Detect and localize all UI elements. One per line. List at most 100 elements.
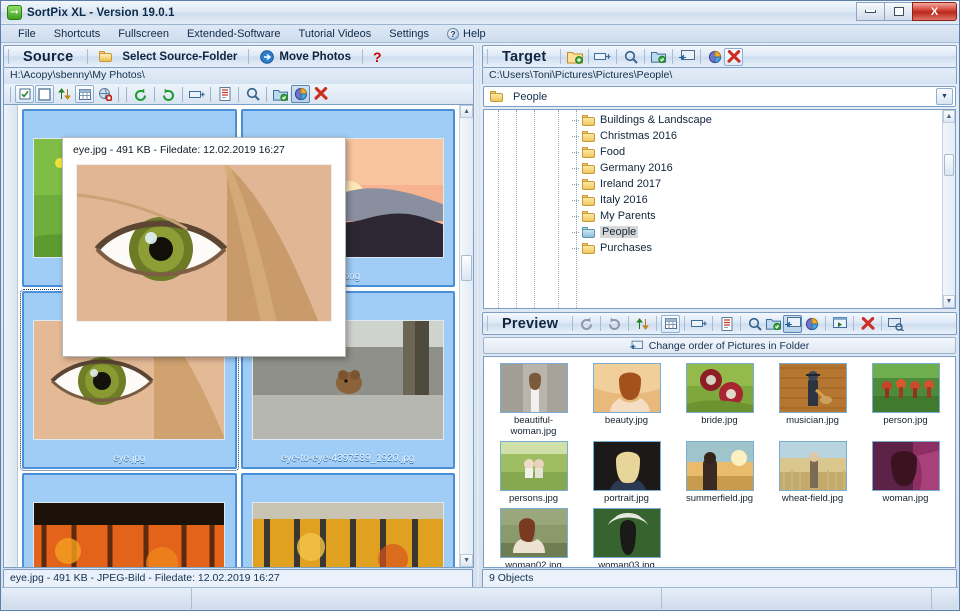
- tree-item[interactable]: Christmas 2016: [484, 128, 942, 144]
- tree-item-label: Christmas 2016: [600, 130, 678, 142]
- preview-item[interactable]: woman.jpg: [860, 441, 951, 504]
- statistics-icon[interactable]: [291, 85, 310, 103]
- preview-item[interactable]: portrait.jpg: [581, 441, 672, 504]
- tree-item[interactable]: Germany 2016: [484, 160, 942, 176]
- chevron-down-icon[interactable]: ▼: [936, 88, 953, 105]
- confirm-folder-icon[interactable]: [271, 85, 290, 103]
- folder-icon: [490, 91, 503, 102]
- menu-item-shortcuts[interactable]: Shortcuts: [45, 25, 109, 43]
- preview-caption: beauty.jpg: [604, 415, 649, 426]
- preview-item[interactable]: person.jpg: [860, 363, 951, 437]
- rotate-left-icon[interactable]: [131, 85, 150, 103]
- tree-item[interactable]: Purchases: [484, 240, 942, 256]
- tree-item[interactable]: Buildings & Landscape: [484, 112, 942, 128]
- tree-item[interactable]: My Parents: [484, 208, 942, 224]
- menu-item-help[interactable]: ? Help: [438, 25, 495, 43]
- file-info-icon[interactable]: [215, 85, 234, 103]
- menu-item-extended-software[interactable]: Extended-Software: [178, 25, 290, 43]
- source-left-scrollbar[interactable]: [4, 105, 18, 567]
- menu-item-file[interactable]: File: [9, 25, 45, 43]
- tree-item[interactable]: Food: [484, 144, 942, 160]
- preview-item[interactable]: beautiful-woman.jpg: [488, 363, 579, 437]
- folder-icon: [582, 146, 595, 158]
- preview-item[interactable]: beauty.jpg: [581, 363, 672, 437]
- source-thumbnail-item[interactable]: [240, 473, 456, 567]
- search-folder-icon[interactable]: [621, 48, 640, 66]
- rename-icon[interactable]: [187, 85, 206, 103]
- source-status-bar: eye.jpg - 491 KB - JPEG-Bild - Filedate:…: [3, 569, 473, 588]
- preview-image: [592, 363, 661, 413]
- statistics-icon[interactable]: [802, 315, 821, 333]
- delete-icon[interactable]: [311, 85, 330, 103]
- source-thumbnail-item[interactable]: [22, 473, 237, 567]
- preview-caption: woman03.jpg: [598, 560, 655, 568]
- zoom-icon[interactable]: [243, 85, 262, 103]
- rename-icon[interactable]: [689, 315, 708, 333]
- delete-folder-icon[interactable]: [724, 47, 744, 66]
- preview-caption: persons.jpg: [508, 493, 559, 504]
- remove-filter-icon[interactable]: [95, 85, 114, 103]
- source-help-marker[interactable]: ?: [367, 49, 388, 65]
- close-button[interactable]: X: [912, 2, 957, 21]
- title-bar: ➞ SortPix XL - Version 19.0.1 X: [1, 1, 959, 25]
- preview-item[interactable]: wheat-field.jpg: [767, 441, 858, 504]
- scrollbar-thumb[interactable]: [944, 154, 954, 176]
- sort-updown-icon[interactable]: [633, 315, 652, 333]
- preview-grid-area: beautiful-woman.jpg beauty.jpg bride.jpg: [483, 356, 956, 568]
- sort-updown-icon[interactable]: [55, 85, 74, 103]
- select-source-folder-button[interactable]: Select Source-Folder: [92, 51, 244, 63]
- menu-item-fullscreen[interactable]: Fullscreen: [109, 25, 178, 43]
- move-to-folder-icon[interactable]: [677, 48, 696, 66]
- deselect-all-icon[interactable]: [35, 85, 54, 103]
- minimize-button[interactable]: [856, 2, 885, 21]
- slideshow-icon[interactable]: [830, 315, 849, 333]
- preview-item[interactable]: woman03.jpg: [581, 508, 672, 568]
- rename-folder-icon[interactable]: [593, 48, 612, 66]
- preview-item[interactable]: bride.jpg: [674, 363, 765, 437]
- rotate-left-icon[interactable]: [577, 315, 596, 333]
- confirm-folder-icon[interactable]: [764, 315, 783, 333]
- delete-icon[interactable]: [858, 315, 877, 333]
- preview-item[interactable]: persons.jpg: [488, 441, 579, 504]
- source-path: H:\Acopy\sbenny\My Photos\: [3, 68, 475, 84]
- menu-item-settings[interactable]: Settings: [380, 25, 438, 43]
- zoom-icon[interactable]: [745, 315, 764, 333]
- window-controls: X: [856, 2, 957, 21]
- scroll-down-arrow[interactable]: ▼: [460, 554, 474, 567]
- search-details-icon[interactable]: [886, 315, 905, 333]
- confirm-folder-icon[interactable]: [649, 48, 668, 66]
- change-order-icon[interactable]: [783, 314, 803, 333]
- preview-image: [685, 363, 754, 413]
- change-order-button[interactable]: Change order of Pictures in Folder: [483, 337, 956, 354]
- scroll-up-arrow[interactable]: ▲: [943, 110, 955, 123]
- rotate-right-icon[interactable]: [605, 315, 624, 333]
- grid-view-icon[interactable]: [75, 85, 94, 103]
- menu-item-tutorial-videos[interactable]: Tutorial Videos: [290, 25, 381, 43]
- grid-view-icon[interactable]: [661, 314, 681, 333]
- tree-scrollbar[interactable]: ▲ ▼: [942, 110, 955, 308]
- preview-item[interactable]: summerfield.jpg: [674, 441, 765, 504]
- select-all-icon[interactable]: [15, 85, 34, 103]
- tree-item-selected[interactable]: People: [484, 224, 942, 240]
- preview-item[interactable]: musician.jpg: [767, 363, 858, 437]
- application-window: ➞ SortPix XL - Version 19.0.1 X File Sho…: [0, 0, 960, 611]
- target-folder-combo[interactable]: People ▼: [483, 86, 956, 107]
- scrollbar-thumb[interactable]: [461, 255, 473, 281]
- new-folder-icon[interactable]: [565, 48, 584, 66]
- tree-item[interactable]: Ireland 2017: [484, 176, 942, 192]
- preview-item[interactable]: woman02.jpg: [488, 508, 579, 567]
- scroll-down-arrow[interactable]: ▼: [943, 295, 955, 308]
- scroll-up-arrow[interactable]: ▲: [460, 105, 474, 118]
- source-scrollbar[interactable]: ▲ ▼: [459, 105, 474, 567]
- tree-item[interactable]: Italy 2016: [484, 192, 942, 208]
- move-photos-icon: [260, 49, 275, 64]
- pane-splitter[interactable]: [476, 45, 480, 588]
- source-status-row: eye.jpg - 491 KB - JPEG-Bild - Filedate:…: [3, 568, 474, 588]
- move-photos-button[interactable]: Move Photos: [253, 49, 358, 64]
- statistics-icon[interactable]: [705, 48, 724, 66]
- thumbnail-image: [251, 502, 444, 567]
- bottom-segment-4: [932, 588, 958, 609]
- file-info-icon[interactable]: [717, 315, 736, 333]
- rotate-right-icon[interactable]: [159, 85, 178, 103]
- maximize-button[interactable]: [884, 2, 913, 21]
